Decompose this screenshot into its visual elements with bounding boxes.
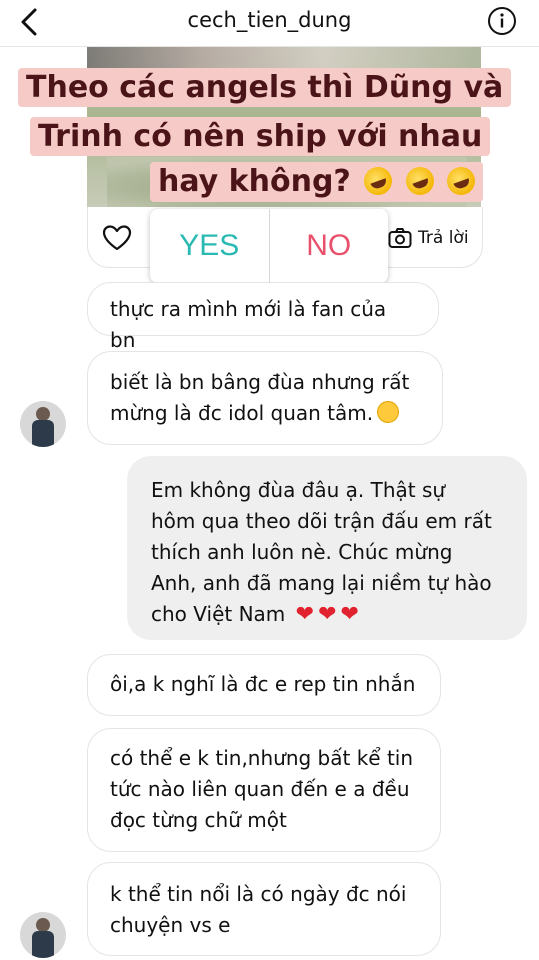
chat-header: cech_tien_dung: [0, 0, 539, 47]
laughing-emoji-icon: [401, 163, 438, 199]
avatar-body: [32, 420, 54, 447]
message-text: ôi,a k nghĩ là đc e rep tin nhắn: [110, 672, 416, 696]
reply-button[interactable]: Trả lời: [388, 225, 469, 251]
story-question-text: hay không?: [158, 164, 351, 199]
rolling-on-floor-laughing-emoji-group: [360, 163, 480, 200]
message-bubble-received[interactable]: biết là bn bâng đùa nhưng rất mừng là đc…: [87, 351, 443, 445]
poll-sticker: YES NO: [150, 209, 388, 283]
message-text-line: thích anh luôn nè. Chúc mừng: [151, 540, 453, 564]
poll-option-no[interactable]: NO: [270, 209, 389, 283]
message-text-line: biết là bn bâng đùa nhưng rất: [110, 370, 410, 394]
story-question-line-1: Theo các angels thì Dũng và: [18, 68, 512, 107]
message-text-line: mừng là đc idol quan tâm.: [110, 401, 374, 425]
message-bubble-received[interactable]: có thể e k tin,nhưng bất kể tin tức nào …: [87, 728, 441, 852]
red-heart-emoji: ❤: [318, 602, 337, 627]
message-bubble-sent[interactable]: Em không đùa đâu ạ. Thật sự hôm qua theo…: [127, 456, 527, 640]
avatar-head: [36, 918, 50, 932]
reply-label: Trả lời: [418, 228, 469, 248]
message-bubble-received[interactable]: ôi,a k nghĩ là đc e rep tin nhắn: [87, 654, 441, 716]
message-text: thực ra mình mới là fan của bn: [110, 297, 387, 352]
laughing-emoji-icon: [360, 163, 397, 199]
avatar[interactable]: [20, 401, 66, 447]
message-text-line: chuyện vs e: [110, 913, 231, 937]
avatar-body: [32, 931, 54, 958]
camera-icon: [388, 228, 412, 248]
poll-option-yes[interactable]: YES: [150, 209, 269, 283]
message-text-line: có thể e k tin,nhưng bất kể tin: [110, 746, 414, 770]
message-bubble-received[interactable]: thực ra mình mới là fan của bn: [87, 282, 439, 352]
message-text-line: tức nào liên quan đến e a đều: [110, 777, 410, 801]
message-text-line: Em không đùa đâu ạ. Thật sự: [151, 478, 446, 502]
avatar-head: [36, 407, 50, 421]
message-text-line: k thể tin nổi là có ngày đc nói: [110, 882, 407, 906]
red-heart-emoji: ❤: [340, 602, 359, 627]
heart-outline-icon[interactable]: [102, 224, 132, 252]
message-text-line: cho Việt Nam: [151, 602, 286, 626]
info-circle-icon[interactable]: [487, 6, 517, 36]
story-question-line-2: Trinh có nên ship với nhau: [30, 117, 491, 156]
message-text-line: Anh, anh đã mang lại niềm tự hào: [151, 571, 492, 595]
message-bubble-received[interactable]: k thể tin nổi là có ngày đc nói chuyện v…: [87, 862, 441, 956]
message-text-line: đọc từng chữ một: [110, 808, 287, 832]
laughing-emoji-icon: [443, 163, 480, 199]
story-question-line-3: hay không?: [150, 162, 484, 202]
smiling-face-emoji: [377, 401, 400, 423]
red-heart-emoji: ❤: [295, 602, 315, 627]
message-text-line: hôm qua theo dõi trận đấu em rất: [151, 509, 492, 533]
avatar[interactable]: [20, 912, 66, 958]
conversation-title[interactable]: cech_tien_dung: [0, 8, 539, 32]
